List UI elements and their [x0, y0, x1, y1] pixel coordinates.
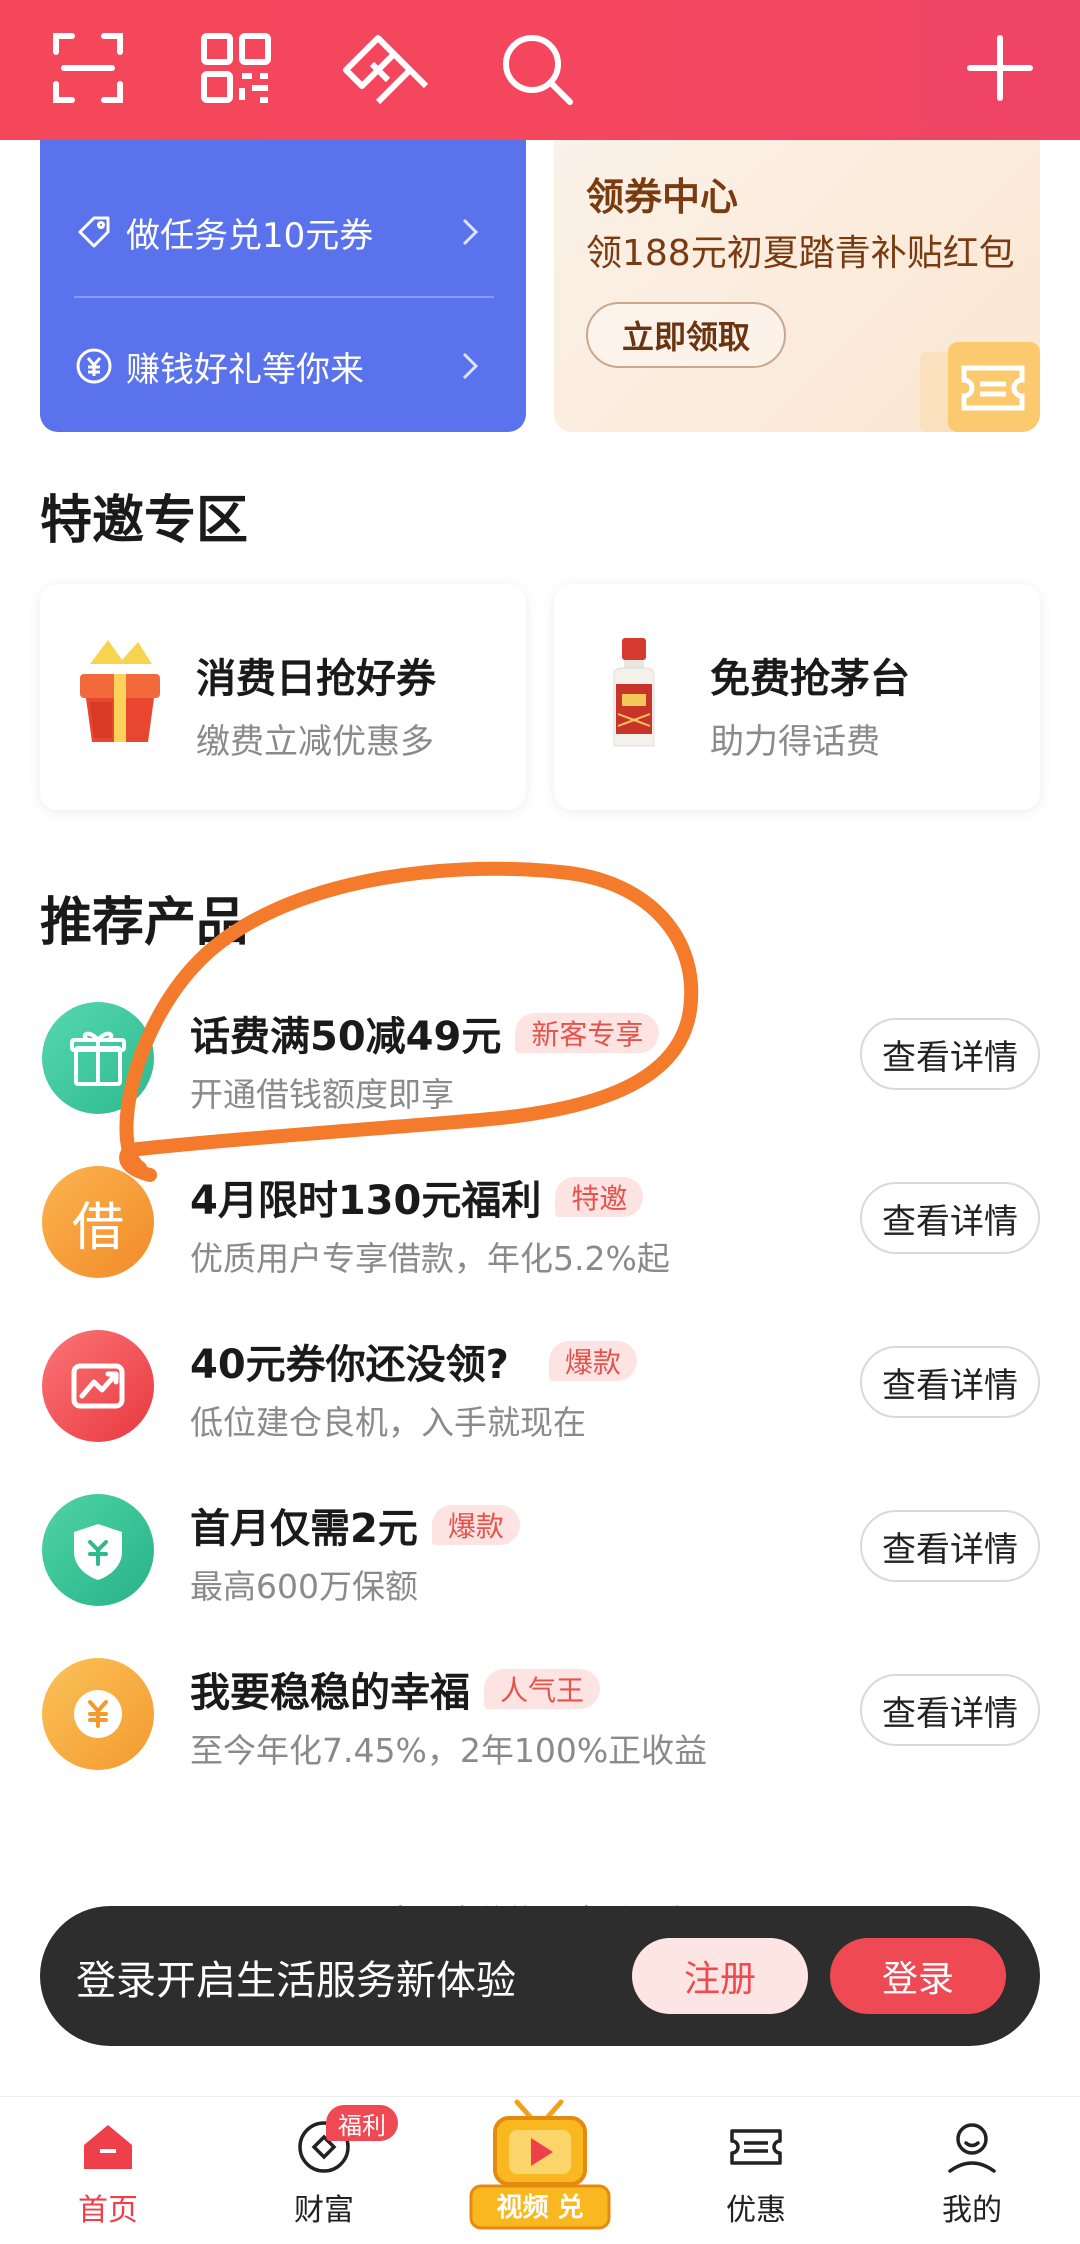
coupon-center-card[interactable]: 领券中心 领188元初夏踏青补贴红包 立即领取 [554, 140, 1040, 432]
product-name: 40元券你还没领? 爆款 [190, 1332, 637, 1390]
product-name: 话费满50减49元 新客专享 [190, 1004, 660, 1062]
tab-coupons[interactable]: 优惠 [666, 2097, 846, 2244]
tab-badge: 福利 [326, 2105, 398, 2141]
product-desc: 低位建仓良机，入手就现在 [190, 1403, 586, 1442]
login-prompt-text: 登录开启生活服务新体验 [76, 1958, 516, 2004]
profile-icon [948, 2123, 996, 2173]
view-details-button[interactable]: 查看详情 [860, 1182, 1040, 1254]
product-name: 4月限时130元福利 特邀 [190, 1168, 644, 1226]
gift-icon [42, 1002, 154, 1114]
tab-wealth[interactable]: 福利 财富 [234, 2097, 414, 2244]
chevron-right-icon [462, 352, 479, 380]
view-details-button[interactable]: 查看详情 [860, 1674, 1040, 1746]
product-tag: 新客专享 [515, 1013, 660, 1053]
tab-video-exchange[interactable]: 视频 兑 [465, 2090, 615, 2240]
tab-label: 优惠 [726, 2193, 786, 2228]
product-row[interactable]: 话费满50减49元 新客专享 开通借钱额度即享 查看详情 [0, 982, 1080, 1132]
card-icon[interactable] [336, 18, 436, 118]
promo-divider [74, 296, 494, 298]
tab-label: 首页 [78, 2193, 138, 2228]
trend-chart-icon [42, 1330, 154, 1442]
shield-icon [42, 1494, 154, 1606]
product-name: 首月仅需2元 爆款 [190, 1496, 520, 1554]
ticket-icon [920, 342, 1040, 432]
yuan-coin-icon [76, 348, 112, 384]
special-card-coupon[interactable]: 消费日抢好券 缴费立减优惠多 [40, 584, 526, 810]
search-icon[interactable] [486, 18, 586, 118]
product-row[interactable]: 借 4月限时130元福利 特邀 优质用户专享借款，年化5.2%起 查看详情 [0, 1146, 1080, 1296]
special-card-subtitle: 缴费立减优惠多 [196, 722, 434, 762]
product-row[interactable]: 我要稳稳的幸福 人气王 至今年化7.45%，2年100%正收益 查看详情 [0, 1638, 1080, 1788]
special-card-subtitle: 助力得话费 [710, 722, 880, 762]
recommend-section-title: 推荐产品 [40, 893, 249, 953]
tag-icon [78, 216, 110, 248]
gift-box-icon [80, 640, 160, 742]
product-row[interactable]: 首月仅需2元 爆款 最高600万保额 查看详情 [0, 1474, 1080, 1624]
coupon-center-title: 领券中心 [586, 175, 739, 219]
product-tag: 爆款 [431, 1505, 520, 1545]
promo-task-row[interactable]: 做任务兑10元券 [74, 192, 494, 272]
product-tag: 特邀 [555, 1177, 644, 1217]
video-exchange-icon: 视频 兑 [469, 2099, 611, 2230]
special-section-title: 特邀专区 [40, 491, 249, 551]
scan-icon[interactable] [38, 18, 138, 118]
product-desc: 至今年化7.45%，2年100%正收益 [190, 1731, 708, 1770]
tab-home[interactable]: 首页 [18, 2097, 198, 2244]
promo-task-label: 做任务兑10元券 [126, 215, 374, 256]
loan-icon: 借 [42, 1166, 154, 1278]
product-desc: 开通借钱额度即享 [190, 1075, 454, 1114]
chevron-right-icon [462, 218, 479, 246]
coupon-center-subtitle: 领188元初夏踏青补贴红包 [586, 233, 1015, 274]
video-exchange-label: 视频 兑 [496, 2193, 583, 2223]
promo-earn-label: 赚钱好礼等你来 [126, 349, 364, 390]
plus-icon[interactable] [950, 18, 1050, 118]
top-header-bar [0, 0, 1080, 140]
product-desc: 优质用户专享借款，年化5.2%起 [190, 1239, 670, 1278]
product-tag: 人气王 [484, 1669, 601, 1709]
promo-earn-row[interactable]: 赚钱好礼等你来 [74, 326, 494, 406]
claim-now-button[interactable]: 立即领取 [586, 302, 786, 368]
view-details-button[interactable]: 查看详情 [860, 1018, 1040, 1090]
tab-profile[interactable]: 我的 [882, 2097, 1062, 2244]
product-row[interactable]: 40元券你还没领? 爆款 低位建仓良机，入手就现在 查看详情 [0, 1310, 1080, 1460]
home-icon [84, 2125, 132, 2169]
product-name: 我要稳稳的幸福 人气王 [190, 1660, 601, 1718]
product-desc: 最高600万保额 [190, 1567, 418, 1606]
qr-code-icon[interactable] [186, 18, 286, 118]
view-details-button[interactable]: 查看详情 [860, 1346, 1040, 1418]
view-details-button[interactable]: 查看详情 [860, 1510, 1040, 1582]
register-button[interactable]: 注册 [632, 1938, 808, 2014]
yuan-coin-icon [42, 1658, 154, 1770]
login-button[interactable]: 登录 [830, 1938, 1006, 2014]
login-prompt-bar: 登录开启生活服务新体验 注册 登录 [40, 1906, 1040, 2046]
special-card-title: 免费抢茅台 [710, 656, 910, 702]
product-tag: 爆款 [548, 1341, 637, 1381]
tab-label: 财富 [294, 2193, 354, 2228]
coupon-icon [730, 2129, 782, 2165]
moutai-bottle-icon [613, 638, 655, 747]
special-card-title: 消费日抢好券 [196, 656, 436, 702]
special-card-moutai[interactable]: 免费抢茅台 助力得话费 [554, 584, 1040, 810]
task-promo-card: 做任务兑10元券 赚钱好礼等你来 [40, 140, 526, 432]
tab-label: 我的 [942, 2193, 1002, 2228]
